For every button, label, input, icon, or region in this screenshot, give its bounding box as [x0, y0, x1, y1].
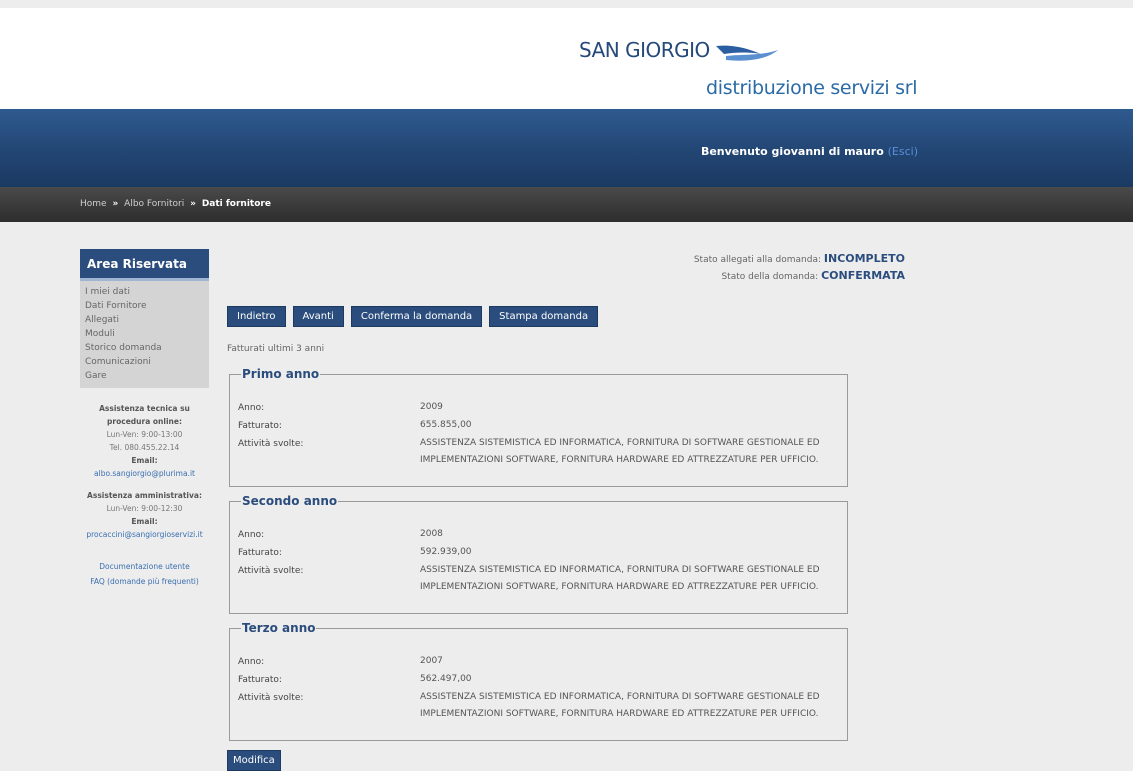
- sidebar-item-allegati[interactable]: Allegati: [85, 313, 204, 327]
- activities-label: Attività svolte:: [238, 693, 304, 703]
- year-legend: Primo anno: [242, 367, 320, 381]
- application-state: Stato della domanda: CONFERMATA: [694, 268, 905, 285]
- next-button[interactable]: Avanti: [292, 306, 344, 327]
- application-state-label: Stato della domanda:: [721, 272, 819, 282]
- support-admin-email[interactable]: procaccini@sangiorgioservizi.it: [80, 528, 209, 541]
- sidebar-menu: I miei dati Dati Fornitore Allegati Modu…: [80, 281, 209, 388]
- support-tech-title-1: Assistenza tecnica su: [99, 404, 190, 413]
- action-toolbar: Indietro Avanti Conferma la domanda Stampa …: [227, 304, 605, 327]
- print-application-button[interactable]: Stampa domanda: [489, 306, 599, 327]
- confirm-application-button[interactable]: Conferma la domanda: [350, 306, 483, 327]
- documentation-link[interactable]: Documentazione utente: [80, 559, 209, 574]
- logo-title: SAN GIORGIO: [579, 38, 710, 62]
- logout-link[interactable]: (Esci): [888, 145, 918, 158]
- sidebar-item-storico-domanda[interactable]: Storico domanda: [85, 341, 204, 355]
- sidebar-item-dati-fornitore[interactable]: Dati Fornitore: [85, 299, 204, 313]
- back-button[interactable]: Indietro: [227, 306, 286, 327]
- year-label: Anno:: [238, 657, 265, 667]
- revenue-value: 655.855,00: [420, 420, 472, 430]
- support-tech-email[interactable]: albo.sangiorgio@plurima.it: [80, 467, 209, 480]
- application-state-value: CONFERMATA: [821, 269, 905, 282]
- top-strip: [0, 0, 1133, 8]
- welcome-text: Benvenuto giovanni di mauro: [700, 145, 884, 158]
- attachments-status-value: INCOMPLETO: [823, 252, 905, 265]
- revenue-value: 592.939,00: [420, 547, 472, 557]
- breadcrumb: Home » Albo Fornitori » Dati fornitore: [80, 199, 271, 209]
- activities-label: Attività svolte:: [238, 439, 304, 449]
- sidebar-item-miei-dati[interactable]: I miei dati: [85, 285, 204, 299]
- breadcrumb-bar: Home » Albo Fornitori » Dati fornitore: [0, 187, 1133, 222]
- revenue-label: Fatturato:: [238, 675, 282, 685]
- sidebar-item-gare[interactable]: Gare: [85, 369, 204, 383]
- year-label: Anno:: [238, 530, 265, 540]
- support-tech-hours: Lun-Ven: 9:00-13:00: [106, 430, 183, 439]
- support-admin-hours: Lun-Ven: 9:00-12:30: [106, 504, 183, 513]
- support-tech-phone: Tel. 080.455.22.14: [109, 443, 180, 452]
- breadcrumb-current: Dati fornitore: [201, 199, 271, 209]
- activities-value: ASSISTENZA SISTEMISTICA ED INFORMATICA, …: [420, 692, 820, 719]
- revenue-label: Fatturato:: [238, 548, 282, 558]
- application-status: Stato allegati alla domanda: INCOMPLETO …: [694, 251, 905, 285]
- year-fieldset-second: Secondo anno Anno: 2008 Fatturato: 592.9…: [229, 494, 848, 614]
- activities-label: Attività svolte:: [238, 566, 304, 576]
- breadcrumb-home[interactable]: Home: [80, 199, 107, 209]
- attachments-status-label: Stato allegati alla domanda:: [693, 255, 822, 265]
- year-value: 2008: [420, 529, 443, 539]
- sidebar: Area Riservata I miei dati Dati Fornitor…: [80, 249, 209, 589]
- support-admin-title: Assistenza amministrativa:: [87, 491, 202, 500]
- revenue-value: 562.497,00: [420, 674, 472, 684]
- revenue-label: Fatturato:: [238, 421, 282, 431]
- sidebar-item-comunicazioni[interactable]: Comunicazioni: [85, 355, 204, 369]
- year-fieldset-first: Primo anno Anno: 2009 Fatturato: 655.855…: [229, 367, 848, 487]
- welcome-message: Benvenuto giovanni di mauro (Esci): [701, 145, 918, 158]
- logo-header: SAN GIORGIO distribuzione servizi srl: [0, 8, 1133, 109]
- year-fieldset-third: Terzo anno Anno: 2007 Fatturato: 562.497…: [229, 621, 848, 741]
- section-title: Fatturati ultimi 3 anni: [227, 344, 325, 354]
- logo-subtitle: distribuzione servizi srl: [706, 77, 918, 99]
- breadcrumb-albo-fornitori[interactable]: Albo Fornitori: [124, 199, 184, 209]
- support-links: Documentazione utente FAQ (domande più f…: [80, 559, 209, 589]
- attachments-status: Stato allegati alla domanda: INCOMPLETO: [694, 251, 905, 268]
- year-label: Anno:: [238, 403, 265, 413]
- support-tech-title-2: procedura online:: [107, 417, 182, 426]
- year-legend: Terzo anno: [242, 621, 316, 635]
- sidebar-title: Area Riservata: [80, 249, 209, 281]
- banner: Benvenuto giovanni di mauro (Esci): [0, 109, 1133, 187]
- year-value: 2009: [420, 402, 443, 412]
- support-admin-email-label: Email:: [131, 517, 158, 526]
- activities-value: ASSISTENZA SISTEMISTICA ED INFORMATICA, …: [420, 565, 820, 592]
- breadcrumb-separator: »: [112, 199, 119, 209]
- modify-button[interactable]: Modifica: [227, 750, 281, 771]
- breadcrumb-separator: »: [190, 199, 196, 209]
- year-legend: Secondo anno: [242, 494, 338, 508]
- support-tech-email-label: Email:: [131, 456, 158, 465]
- sidebar-item-moduli[interactable]: Moduli: [85, 327, 204, 341]
- logo-swoosh-icon: [716, 45, 778, 61]
- year-value: 2007: [420, 656, 443, 666]
- activities-value: ASSISTENZA SISTEMISTICA ED INFORMATICA, …: [420, 438, 820, 465]
- faq-link[interactable]: FAQ (domande più frequenti): [80, 574, 209, 589]
- support-info: Assistenza tecnica su procedura online: …: [80, 402, 209, 541]
